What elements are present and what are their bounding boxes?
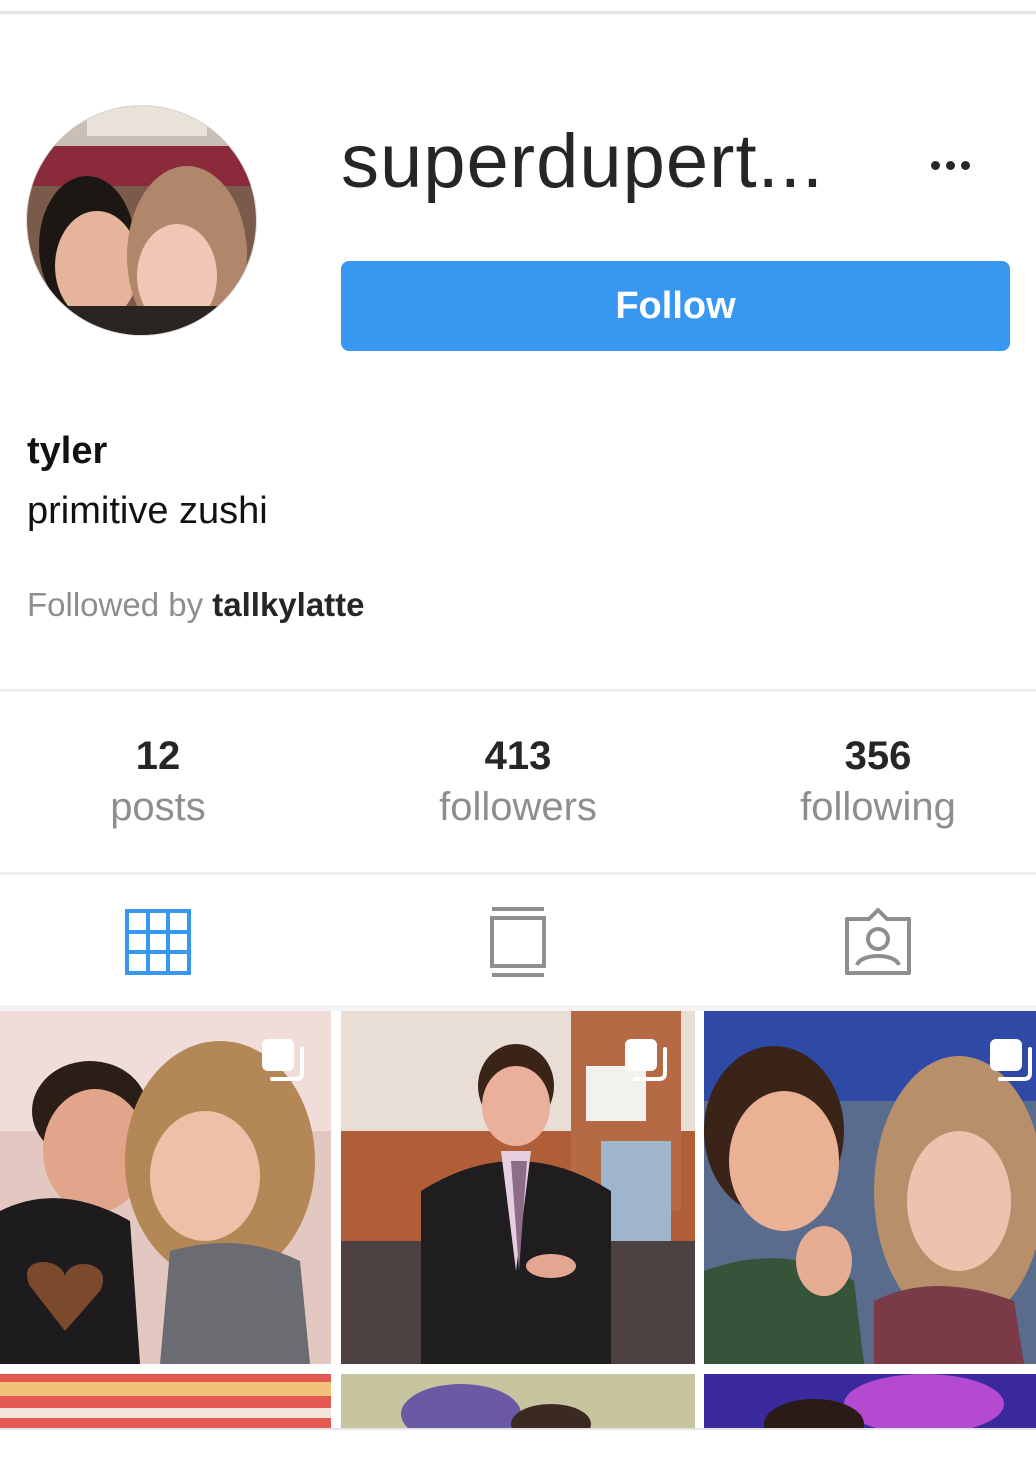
top-divider [0,11,1036,14]
feed-icon [490,907,546,977]
post-tile[interactable] [341,1011,695,1364]
multiple-photos-icon [990,1039,1032,1081]
more-options-icon[interactable] [922,148,978,182]
post-tile[interactable] [704,1374,1036,1428]
stat-posts-value: 12 [135,734,181,778]
post-photo [704,1374,1036,1428]
profile-display-name: tyler [27,430,108,472]
tagged-icon [845,908,911,975]
multiple-photos-icon [262,1039,304,1081]
profile-username: superdupert... [341,119,824,204]
post-tile[interactable] [341,1374,695,1428]
post-photo [0,1374,331,1428]
followed-by-prefix: Followed by [27,586,204,623]
stat-following-label: following [800,785,956,829]
stat-followers[interactable]: 413 followers [368,733,668,835]
profile-bio: primitive zushi [27,490,268,532]
post-photo [341,1374,695,1428]
stat-followers-value: 413 [484,734,552,778]
tab-tagged[interactable] [838,905,918,979]
followed-by-user[interactable]: tallkylatte [212,586,364,623]
avatar-photo [27,106,256,335]
stat-followers-label: followers [439,785,597,829]
grid-icon [125,909,191,975]
bottom-nav-bar[interactable] [0,1428,1036,1464]
stat-posts[interactable]: 12 posts [8,733,308,835]
follow-button[interactable]: Follow [341,261,1010,351]
profile-avatar[interactable] [26,105,257,336]
stat-posts-label: posts [110,785,206,829]
stat-following[interactable]: 356 following [728,733,1028,835]
stats-bottom-divider [0,872,1036,875]
post-tile[interactable] [704,1011,1036,1364]
tab-feed[interactable] [478,905,558,979]
multiple-photos-icon [625,1039,667,1081]
stats-top-divider [0,689,1036,692]
followed-by-line[interactable]: Followed by tallkylatte [27,586,365,624]
post-tile[interactable] [0,1374,331,1428]
tab-grid[interactable] [118,905,198,979]
post-tile[interactable] [0,1011,331,1364]
stat-following-value: 356 [844,734,912,778]
